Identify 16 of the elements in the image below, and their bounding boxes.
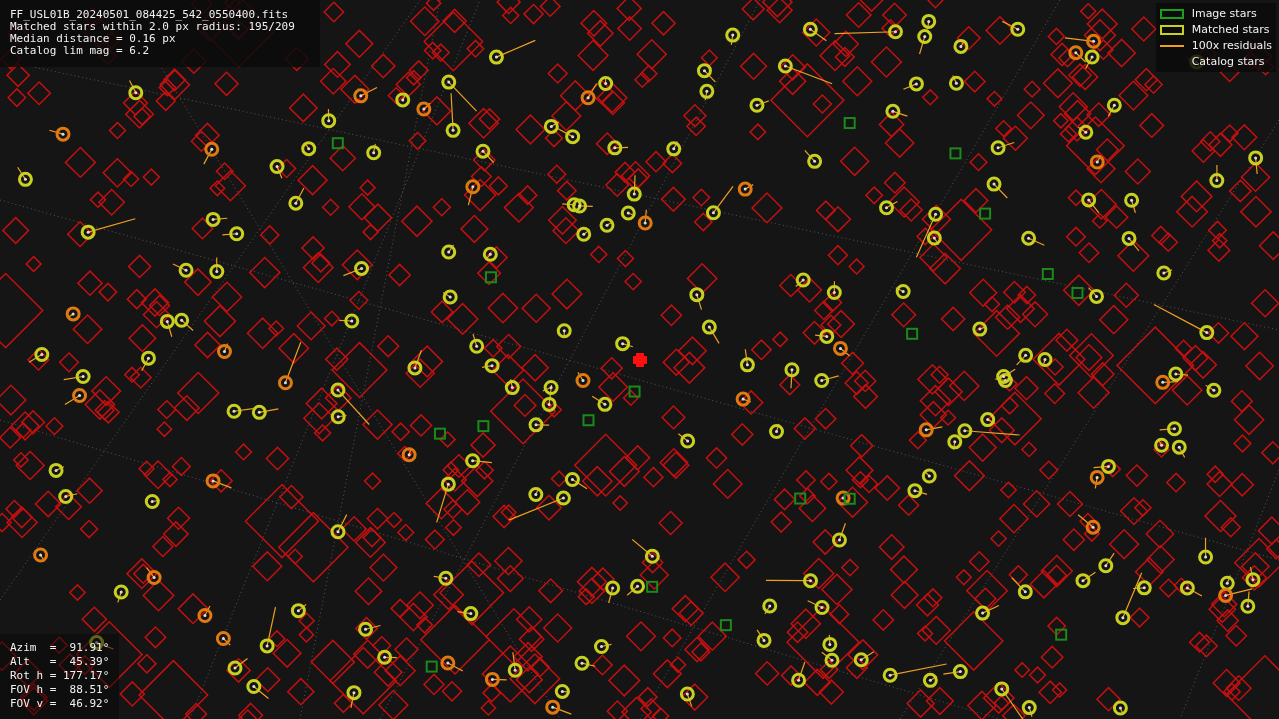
info-text: Median distance = 0.16 px bbox=[10, 33, 177, 45]
legend-label: Matched stars bbox=[1191, 23, 1270, 36]
pointing-text: Rot h = 177.17° bbox=[10, 669, 110, 683]
pointing-text: FOV v = 46.92° bbox=[10, 697, 110, 711]
line-icon bbox=[1159, 44, 1184, 47]
info-text: Matched stars within 2.0 px radius: 195/209 bbox=[10, 21, 296, 33]
legend-label: Image stars bbox=[1191, 7, 1257, 20]
pointing-text: FOV h = 88.51° bbox=[10, 683, 110, 697]
legend-label: 100x residuals bbox=[1191, 39, 1272, 52]
legend-label: Catalog stars bbox=[1191, 55, 1265, 68]
info-text: Catalog lim mag = 6.2 bbox=[10, 45, 151, 57]
pointing-text: Alt = 45.39° bbox=[10, 655, 110, 669]
info-text: FF_USL01B_20240501_084425_542_0550400.fits bbox=[10, 9, 290, 21]
rectangle-icon bbox=[1159, 8, 1184, 19]
pointing-text: Azim = 91.91° bbox=[10, 641, 110, 655]
rectangle-icon bbox=[1159, 24, 1184, 35]
